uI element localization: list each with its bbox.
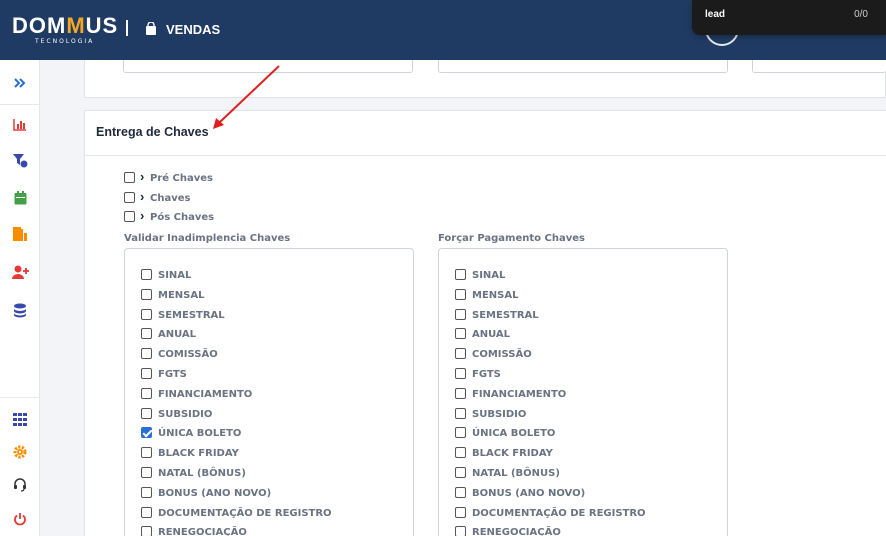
- chevron-right-icon: ›: [140, 189, 145, 204]
- validar-option-label: RENEGOCIAÇÃO: [158, 527, 247, 536]
- forcar-option-checkbox[interactable]: [455, 288, 466, 300]
- forcar-option-checkbox[interactable]: [455, 427, 466, 439]
- validar-option-label: FINANCIAMENTO: [158, 388, 253, 400]
- forcar-option-checkbox[interactable]: [455, 308, 466, 320]
- validar-option-checkbox[interactable]: [141, 387, 152, 399]
- forcar-option-checkbox[interactable]: [455, 506, 466, 518]
- validar-option-checkbox[interactable]: [141, 348, 152, 360]
- chevron-right-icon: ›: [140, 169, 145, 184]
- validar-option-checkbox[interactable]: [141, 486, 152, 498]
- logo-subtitle: TECNOLOGIA: [35, 38, 95, 45]
- lead-label: lead: [705, 9, 726, 20]
- field-input[interactable]: [752, 60, 886, 73]
- section-title: Entrega de Chaves: [96, 125, 209, 139]
- validar-option-checkbox[interactable]: [141, 467, 152, 478]
- validar-option-label: SUBSIDIO: [158, 408, 213, 420]
- header-separator: [126, 20, 128, 36]
- forcar-option-label: NATAL (BÔNUS): [472, 468, 560, 479]
- validar-option-label: COMISSÃO: [158, 349, 218, 361]
- field-input[interactable]: [438, 60, 728, 73]
- validar-option-checkbox[interactable]: [141, 427, 152, 439]
- forcar-option-label: MENSAL: [472, 289, 519, 301]
- validar-option-label: SEMESTRAL: [158, 309, 225, 321]
- validar-option-label: FGTS: [158, 369, 187, 380]
- sidebar-divider: [0, 397, 40, 398]
- validar-option-checkbox[interactable]: [141, 288, 152, 300]
- headset-icon[interactable]: [11, 476, 29, 494]
- validar-option-checkbox[interactable]: [141, 368, 152, 379]
- database-icon[interactable]: [11, 301, 29, 319]
- validar-option-checkbox[interactable]: [141, 506, 152, 518]
- forcar-option-checkbox[interactable]: [455, 387, 466, 399]
- chevron-double-right-icon[interactable]: [11, 74, 29, 92]
- module-title: VENDAS: [166, 22, 221, 37]
- shopping-bag-icon: [146, 22, 156, 35]
- forcar-option-label: BONUS (ANO NOVO): [472, 487, 586, 499]
- stage-label: Pré Chaves: [150, 173, 213, 184]
- forcar-option-label: FGTS: [472, 369, 501, 380]
- forcar-option-checkbox[interactable]: [455, 486, 466, 498]
- forcar-option-label: RENEGOCIAÇÃO: [472, 527, 561, 536]
- forcar-option-label: ANUAL: [472, 329, 511, 341]
- forcar-option-label: DOCUMENTAÇÃO DE REGISTRO: [472, 507, 646, 519]
- forcar-option-label: SUBSIDIO: [472, 408, 527, 420]
- stage-label: Pós Chaves: [150, 212, 215, 223]
- forcar-option-checkbox[interactable]: [455, 348, 466, 360]
- sidebar: [0, 60, 40, 536]
- forcar-option-label: SINAL: [472, 270, 506, 281]
- stage-label: Chaves: [150, 193, 191, 204]
- bar-chart-icon[interactable]: [11, 115, 29, 133]
- forcar-option-label: COMISSÃO: [472, 349, 532, 361]
- validar-option-checkbox[interactable]: [141, 269, 152, 280]
- forcar-option-label: BLACK FRIDAY: [472, 448, 553, 460]
- group-label-validar: Validar Inadimplencia Chaves: [124, 233, 291, 244]
- forcar-option-label: ÚNICA BOLETO: [472, 428, 556, 440]
- stage-checkbox[interactable]: [124, 211, 135, 222]
- section-divider: [84, 155, 886, 156]
- validar-option-checkbox[interactable]: [141, 407, 152, 419]
- power-icon[interactable]: [11, 510, 29, 528]
- forcar-option-checkbox[interactable]: [455, 467, 466, 478]
- grid-icon[interactable]: [11, 410, 29, 428]
- forcar-option-checkbox[interactable]: [455, 269, 466, 280]
- group-label-forcar: Forçar Pagamento Chaves: [438, 233, 585, 244]
- gear-icon[interactable]: [11, 443, 29, 461]
- validar-option-checkbox[interactable]: [141, 328, 152, 340]
- forcar-option-label: FINANCIAMENTO: [472, 388, 567, 400]
- field-input[interactable]: [123, 60, 413, 73]
- validar-option-label: BONUS (ANO NOVO): [158, 487, 272, 499]
- forcar-option-checkbox[interactable]: [455, 368, 466, 379]
- validar-option-label: ANUAL: [158, 329, 197, 341]
- lead-count: 0/0: [854, 9, 868, 20]
- forcar-option-checkbox[interactable]: [455, 526, 466, 536]
- forcar-option-checkbox[interactable]: [455, 407, 466, 419]
- forcar-option-label: SEMESTRAL: [472, 309, 539, 321]
- forcar-option-checkbox[interactable]: [455, 328, 466, 340]
- validar-option-label: SINAL: [158, 270, 192, 281]
- lead-notification[interactable]: lead 0/0: [692, 0, 886, 35]
- validar-option-label: ÚNICA BOLETO: [158, 428, 242, 440]
- validar-option-label: BLACK FRIDAY: [158, 448, 239, 460]
- validar-option-label: MENSAL: [158, 289, 205, 301]
- sidebar-divider: [0, 104, 40, 105]
- door-icon[interactable]: [11, 225, 29, 243]
- stage-checkbox[interactable]: [124, 172, 135, 183]
- calendar-icon[interactable]: [11, 189, 29, 207]
- logo[interactable]: DOMMUS: [12, 13, 118, 39]
- validar-option-checkbox[interactable]: [141, 526, 152, 536]
- validar-option-checkbox[interactable]: [141, 308, 152, 320]
- validar-option-label: DOCUMENTAÇÃO DE REGISTRO: [158, 507, 332, 519]
- funnel-icon[interactable]: [11, 151, 29, 169]
- user-plus-icon[interactable]: [11, 263, 29, 281]
- validar-option-label: NATAL (BÔNUS): [158, 468, 246, 479]
- forcar-option-checkbox[interactable]: [455, 447, 466, 459]
- validar-option-checkbox[interactable]: [141, 447, 152, 459]
- stage-checkbox[interactable]: [124, 192, 135, 203]
- chevron-right-icon: ›: [140, 208, 145, 223]
